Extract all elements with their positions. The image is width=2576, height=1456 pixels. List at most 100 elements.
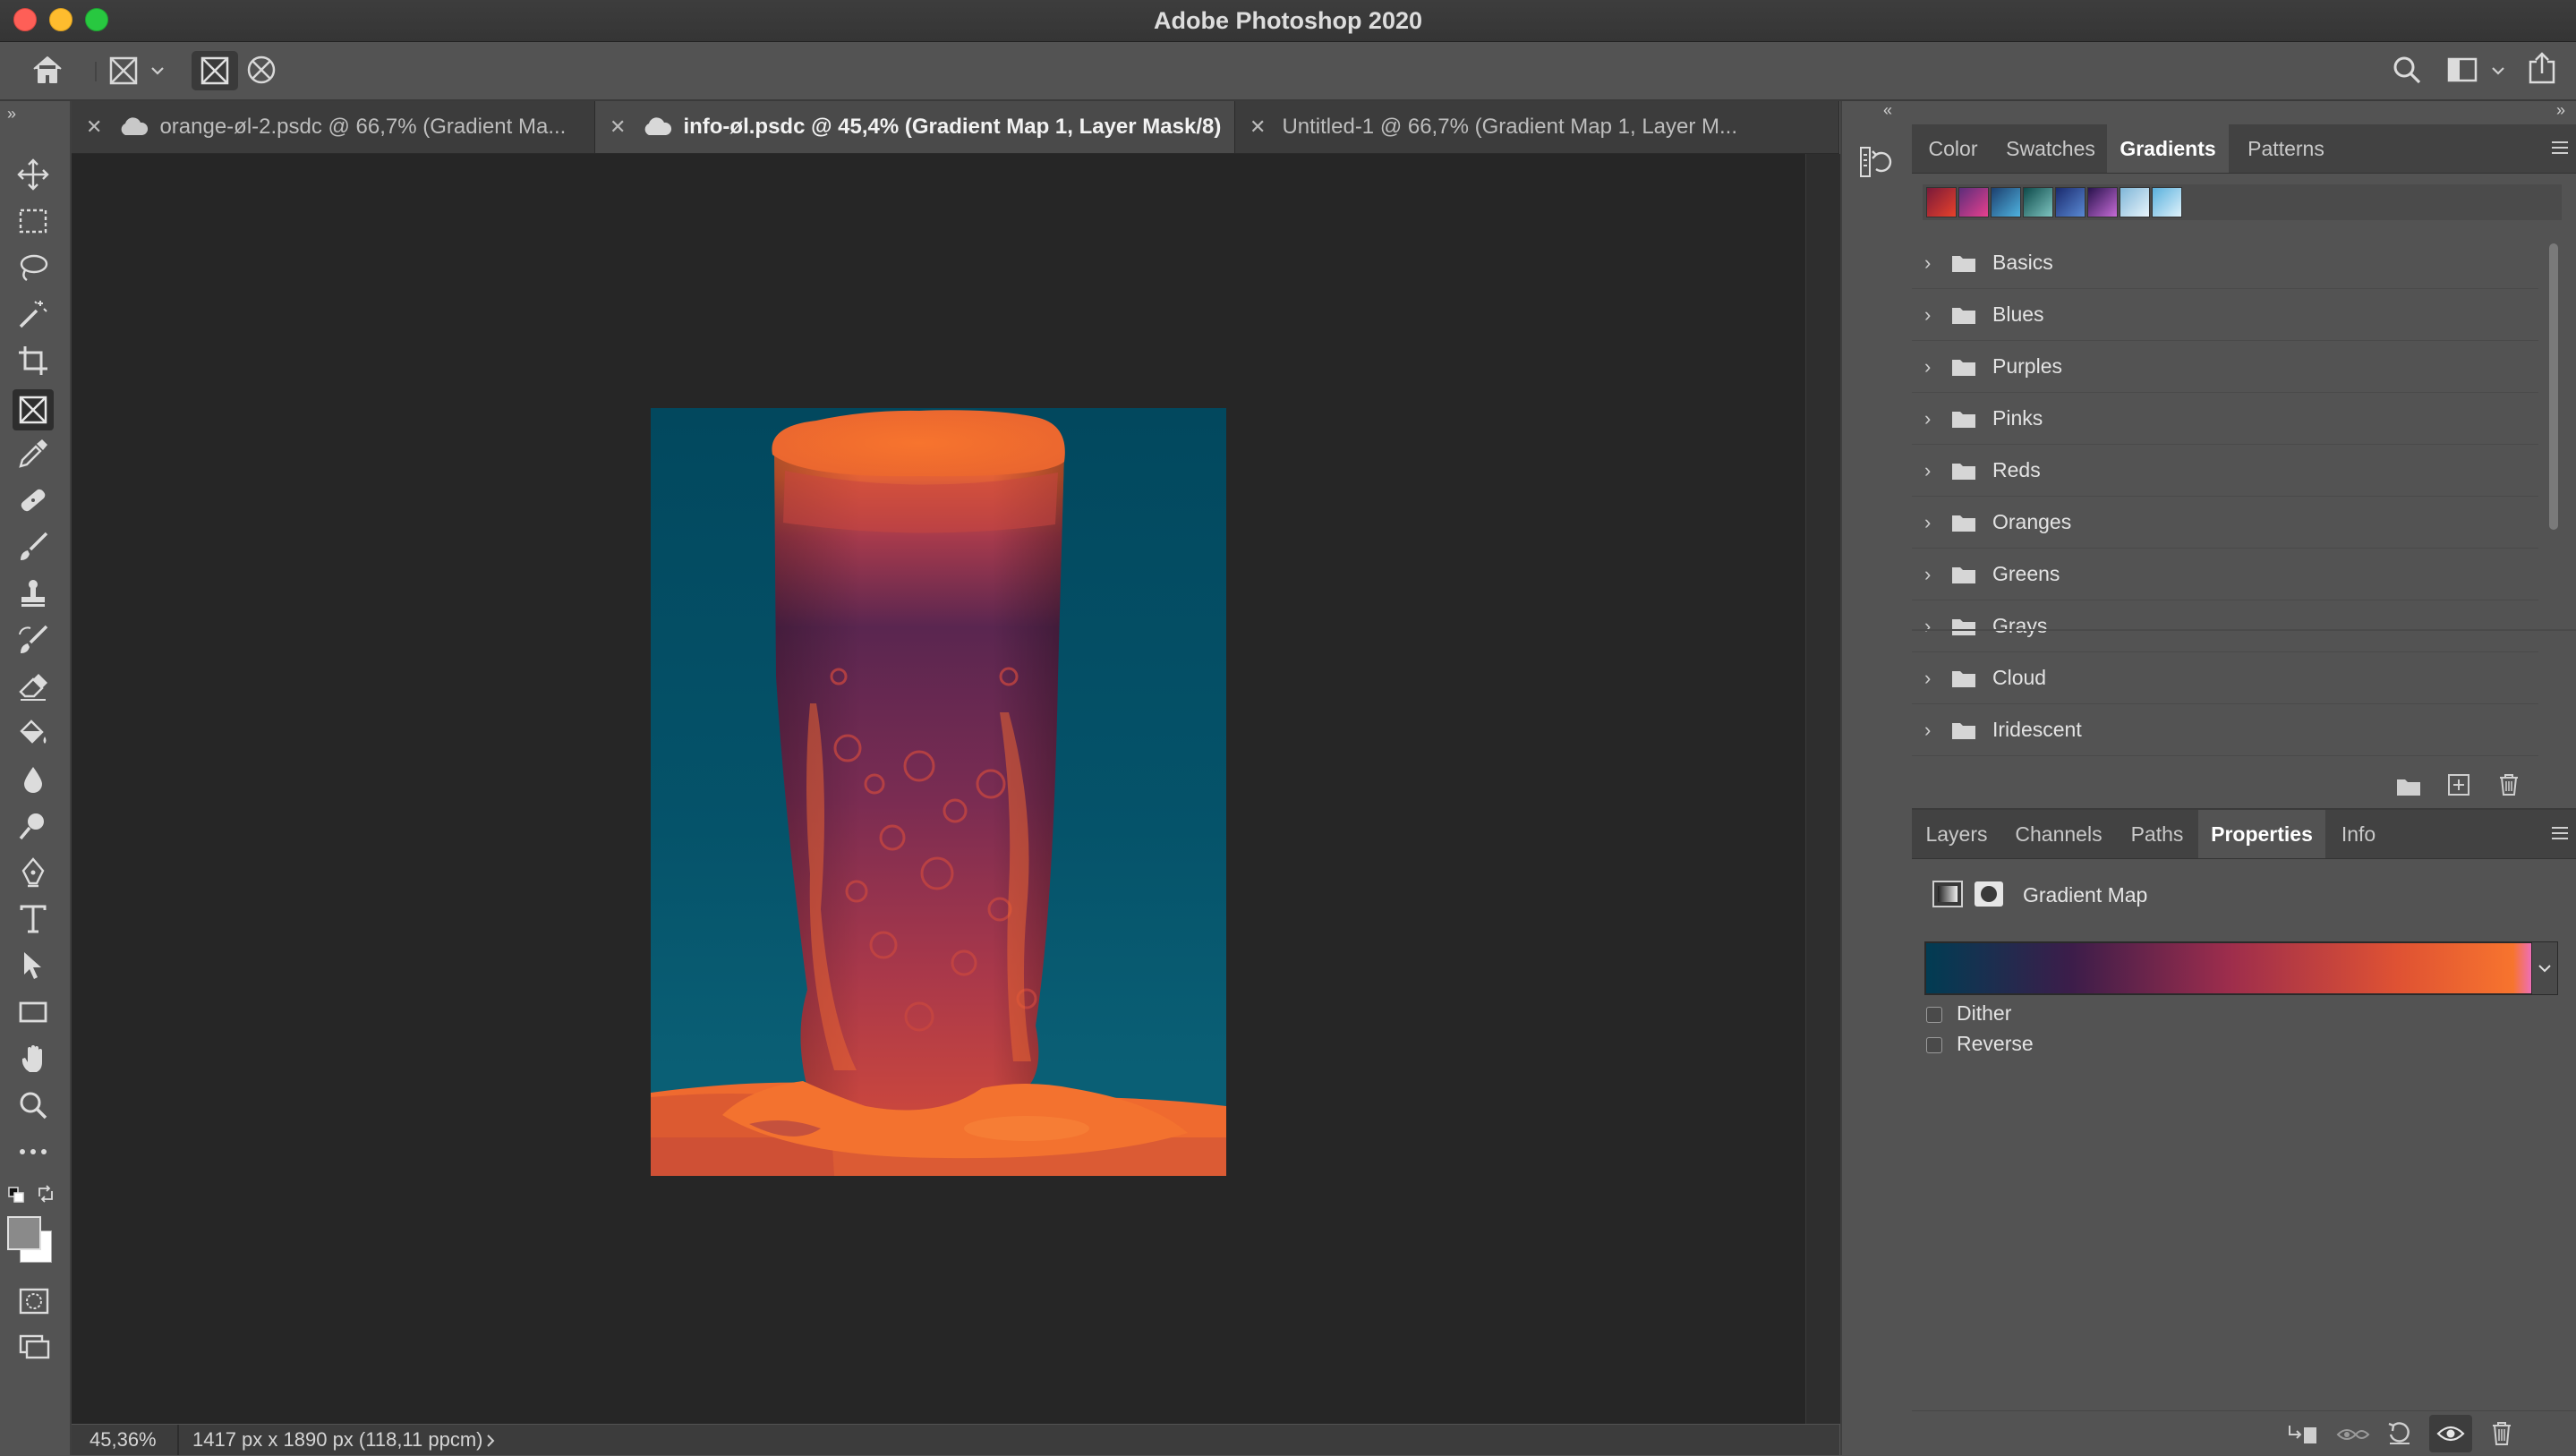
tab-properties[interactable]: Properties xyxy=(2198,810,2325,858)
panel-menu-icon[interactable] xyxy=(2551,140,2569,156)
history-panel-icon[interactable] xyxy=(1858,144,1894,180)
chevron-right-icon[interactable]: › xyxy=(1924,719,1951,742)
clip-to-layer-icon[interactable] xyxy=(2286,1422,2318,1447)
gradient-preset-swatch[interactable] xyxy=(2120,187,2150,217)
collapse-dock-icon[interactable]: » xyxy=(2556,101,2565,120)
workspace-icon[interactable] xyxy=(2446,56,2478,83)
zoom-level[interactable]: 45,36% xyxy=(90,1428,157,1452)
edit-toolbar-button[interactable] xyxy=(15,1134,51,1170)
gradient-folder-greens[interactable]: › Greens xyxy=(1912,549,2538,600)
gradient-preset-swatch[interactable] xyxy=(2023,187,2053,217)
tab-gradients[interactable]: Gradients xyxy=(2107,124,2229,173)
chevron-right-icon[interactable]: › xyxy=(1924,511,1951,534)
expand-dock-icon[interactable]: « xyxy=(1883,101,1892,120)
path-selection-tool[interactable] xyxy=(15,948,51,983)
tab-untitled-1[interactable]: ✕ Untitled-1 @ 66,7% (Gradient Map 1, La… xyxy=(1235,101,1839,153)
collapse-toolbar-icon[interactable]: » xyxy=(7,105,16,123)
gradient-preset-swatch[interactable] xyxy=(2055,187,2086,217)
gradient-folder-cloud[interactable]: › Cloud xyxy=(1912,652,2538,704)
foreground-color-swatch[interactable] xyxy=(7,1216,41,1250)
blur-tool[interactable] xyxy=(15,762,51,797)
hand-tool[interactable] xyxy=(15,1041,51,1077)
chevron-down-icon[interactable] xyxy=(150,65,165,76)
frame-tool[interactable] xyxy=(13,389,54,430)
chevron-right-icon[interactable]: › xyxy=(1924,355,1951,379)
magic-wand-tool[interactable] xyxy=(15,296,51,332)
gradient-folder-oranges[interactable]: › Oranges xyxy=(1912,497,2538,549)
crop-tool[interactable] xyxy=(15,343,51,379)
search-icon[interactable] xyxy=(2392,55,2422,85)
layer-mask-icon[interactable] xyxy=(1973,880,2005,908)
brush-tool[interactable] xyxy=(15,529,51,565)
panel-menu-icon[interactable] xyxy=(2551,825,2569,841)
history-brush-tool[interactable] xyxy=(15,622,51,658)
frame-tool-icon[interactable] xyxy=(107,55,140,87)
tab-layers[interactable]: Layers xyxy=(1912,810,2001,858)
gradient-picker-button[interactable] xyxy=(2531,941,2558,995)
gradient-folder-basics[interactable]: › Basics xyxy=(1912,237,2538,289)
toggle-visibility-button[interactable] xyxy=(2429,1415,2472,1452)
rectangle-frame-button[interactable] xyxy=(192,51,238,90)
paint-bucket-tool[interactable] xyxy=(15,715,51,751)
document-image[interactable] xyxy=(651,408,1226,1176)
new-folder-icon[interactable] xyxy=(2395,774,2422,797)
gradients-scrollbar[interactable] xyxy=(2547,240,2560,638)
chevron-right-icon[interactable]: › xyxy=(1924,303,1951,327)
home-icon[interactable] xyxy=(31,55,64,85)
dither-checkbox[interactable] xyxy=(1926,1007,1942,1023)
tab-orange-ol-2[interactable]: ✕ orange-øl-2.psdc @ 66,7% (Gradient Ma.… xyxy=(72,101,595,153)
gradient-preset-swatch[interactable] xyxy=(2152,187,2182,217)
quick-mask-icon[interactable] xyxy=(18,1286,50,1316)
eyedropper-tool[interactable] xyxy=(15,436,51,472)
gradient-folder-pinks[interactable]: › Pinks xyxy=(1912,393,2538,445)
tab-info-ol[interactable]: ✕ info-øl.psdc @ 45,4% (Gradient Map 1, … xyxy=(595,101,1235,153)
tab-swatches[interactable]: Swatches xyxy=(1994,124,2107,173)
clone-stamp-tool[interactable] xyxy=(15,575,51,611)
scrollbar-thumb[interactable] xyxy=(2549,243,2558,530)
tab-info[interactable]: Info xyxy=(2325,810,2392,858)
gradient-preset-swatch[interactable] xyxy=(1958,187,1989,217)
marquee-tool[interactable] xyxy=(15,203,51,239)
gradient-map-editor[interactable] xyxy=(1924,941,2533,995)
reset-icon[interactable] xyxy=(2386,1420,2413,1447)
chevron-right-icon[interactable]: › xyxy=(1924,251,1951,275)
gradient-map-preview[interactable] xyxy=(1926,943,2531,993)
rectangle-tool[interactable] xyxy=(15,994,51,1030)
swap-colors-icon[interactable] xyxy=(36,1184,55,1204)
new-gradient-icon[interactable] xyxy=(2446,772,2471,797)
canvas-area[interactable] xyxy=(72,154,1805,1424)
tab-paths[interactable]: Paths xyxy=(2116,810,2198,858)
share-icon[interactable] xyxy=(2526,51,2558,85)
dodge-tool[interactable] xyxy=(15,808,51,844)
healing-brush-tool[interactable] xyxy=(15,482,51,518)
gradient-preset-swatch[interactable] xyxy=(1926,187,1957,217)
default-colors-icon[interactable] xyxy=(7,1186,25,1204)
chevron-right-icon[interactable] xyxy=(486,1434,495,1448)
type-tool[interactable] xyxy=(15,901,51,937)
chevron-right-icon[interactable]: › xyxy=(1924,563,1951,586)
adjustment-layer-icon[interactable] xyxy=(1932,880,1964,908)
workspace-chevron-icon[interactable] xyxy=(2491,65,2505,76)
chevron-right-icon[interactable]: › xyxy=(1924,407,1951,430)
pen-tool[interactable] xyxy=(15,855,51,890)
view-previous-state-icon[interactable] xyxy=(2336,1424,2370,1445)
close-icon[interactable]: ✕ xyxy=(1250,115,1266,139)
lasso-tool[interactable] xyxy=(15,250,51,285)
close-icon[interactable]: ✕ xyxy=(86,115,102,139)
gradient-preset-swatch[interactable] xyxy=(2087,187,2118,217)
reverse-checkbox[interactable] xyxy=(1926,1037,1942,1053)
gradient-folder-purples[interactable]: › Purples xyxy=(1912,341,2538,393)
chevron-right-icon[interactable]: › xyxy=(1924,615,1951,638)
ellipse-frame-icon[interactable] xyxy=(245,54,277,86)
gradient-folder-iridescent[interactable]: › Iridescent xyxy=(1912,704,2538,756)
eraser-tool[interactable] xyxy=(15,668,51,704)
delete-icon[interactable] xyxy=(2490,1420,2513,1447)
canvas-vertical-scrollbar[interactable] xyxy=(1805,154,1840,1424)
chevron-right-icon[interactable]: › xyxy=(1924,459,1951,482)
gradient-folder-reds[interactable]: › Reds xyxy=(1912,445,2538,497)
gradient-folder-blues[interactable]: › Blues xyxy=(1912,289,2538,341)
zoom-tool[interactable] xyxy=(15,1087,51,1123)
tab-patterns[interactable]: Patterns xyxy=(2229,124,2343,173)
gradient-preset-swatch[interactable] xyxy=(1991,187,2021,217)
chevron-right-icon[interactable]: › xyxy=(1924,667,1951,690)
